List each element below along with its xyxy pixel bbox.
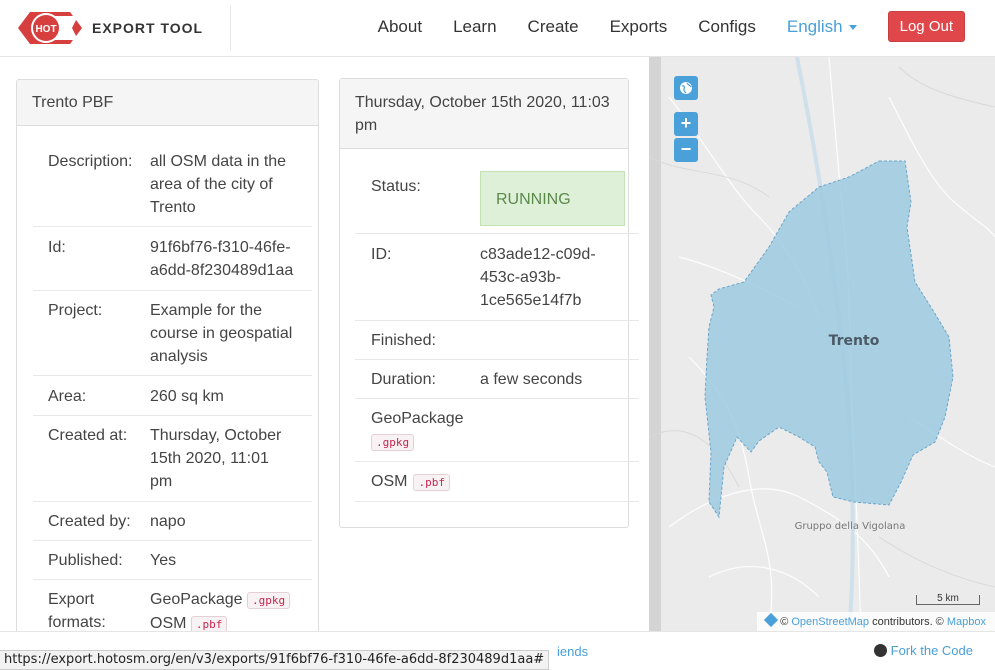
openstreetmap-link[interactable]: OpenStreetMap xyxy=(791,616,869,628)
github-icon xyxy=(873,644,887,657)
download-gpkg-ext: .gpkg xyxy=(371,434,415,451)
browser-status-url: https://export.hotosm.org/en/v3/exports/… xyxy=(0,650,550,670)
map-city-label: Trento xyxy=(829,333,880,349)
download-pbf-ext: .pbf xyxy=(413,474,450,491)
map-attribution: © OpenStreetMap contributors. © Mapbox xyxy=(757,612,995,631)
created-by-label: Created by: xyxy=(48,513,131,530)
attrib-copyright: © xyxy=(780,616,789,628)
description-value: all OSM data in the area of the city of … xyxy=(150,153,287,216)
area-label: Area: xyxy=(48,388,87,405)
run-id-label: ID: xyxy=(371,246,392,263)
map-canvas: Trento Gruppo della Vigolana xyxy=(649,57,995,631)
run-title: Thursday, October 15th 2020, 11:03 pm xyxy=(340,79,628,149)
nav-about[interactable]: About xyxy=(378,13,422,41)
language-dropdown[interactable]: English xyxy=(787,13,857,41)
duration-label: Duration: xyxy=(371,371,436,388)
status-badge: RUNNING xyxy=(480,171,625,226)
fork-code-link[interactable]: Fork the Code xyxy=(873,643,973,658)
project-label: Project: xyxy=(48,302,103,319)
published-value: Yes xyxy=(150,552,177,569)
export-title: Trento PBF xyxy=(17,80,318,126)
created-by-link[interactable]: napo xyxy=(150,510,186,533)
published-label: Published: xyxy=(48,552,123,569)
created-at-value: Thursday, October 15th 2020, 11:01 pm xyxy=(150,427,282,490)
map-mountain-label: Gruppo della Vigolana xyxy=(795,521,906,532)
mapbox-logo-icon xyxy=(764,612,779,628)
mapbox-link[interactable]: Mapbox xyxy=(947,616,986,628)
download-geopackage-link[interactable]: GeoPackage xyxy=(371,407,639,430)
format-osm: OSM xyxy=(150,615,187,632)
nav-learn[interactable]: Learn xyxy=(453,13,496,41)
map-view[interactable]: Trento Gruppo della Vigolana + − 5 km © … xyxy=(649,57,995,631)
duration-value: a few seconds xyxy=(480,371,583,388)
hot-logo-text: HOT xyxy=(35,24,56,35)
caret-down-icon xyxy=(848,24,857,30)
brand-text: EXPORT TOOL xyxy=(92,20,204,36)
id-label: Id: xyxy=(48,239,66,256)
hot-logo: HOT xyxy=(18,8,82,48)
export-formats-label: Export formats: xyxy=(48,591,106,631)
nav-menu: About Learn Create Exports Configs Engli… xyxy=(347,11,965,42)
navbar: HOT EXPORT TOOL About Learn Create Expor… xyxy=(0,0,995,57)
finished-label: Finished: xyxy=(371,332,436,349)
format-gpkg-ext: .gpkg xyxy=(246,592,291,609)
nav-exports[interactable]: Exports xyxy=(610,13,668,41)
created-at-label: Created at: xyxy=(48,427,128,444)
area-value: 260 sq km xyxy=(150,388,224,405)
logout-button[interactable]: Log Out xyxy=(887,11,965,42)
zoom-out-button[interactable]: − xyxy=(674,138,698,162)
zoom-in-button[interactable]: + xyxy=(674,112,698,136)
project-value: Example for the course in geospatial ana… xyxy=(150,302,293,365)
status-label: Status: xyxy=(371,178,421,195)
map-scale: 5 km xyxy=(916,594,980,605)
export-run-panel: Thursday, October 15th 2020, 11:03 pm St… xyxy=(339,78,639,528)
export-details-panel: Trento PBF Description: all OSM data in … xyxy=(16,79,319,659)
brand-home-link[interactable]: HOT EXPORT TOOL xyxy=(18,6,231,50)
nav-configs[interactable]: Configs xyxy=(698,13,756,41)
export-formats-value: GeoPackage .gpkg OSM .pbf xyxy=(150,588,291,636)
language-label: English xyxy=(786,16,843,36)
attrib-contributors: contributors. © xyxy=(872,616,944,628)
fork-code-label: Fork the Code xyxy=(890,643,973,658)
nav-create[interactable]: Create xyxy=(528,13,579,41)
id-value: 91f6bf76-f310-46fe-a6dd-8f230489d1aa xyxy=(150,239,294,279)
description-label: Description: xyxy=(48,153,133,170)
footer-friends-link[interactable]: iends xyxy=(557,644,588,659)
globe-icon[interactable] xyxy=(674,76,698,100)
run-id-value: c83ade12-c09d-453c-a93b-1ce565e14f7b xyxy=(480,246,596,309)
format-geopackage: GeoPackage xyxy=(150,591,243,608)
download-osm-link[interactable]: OSM xyxy=(371,470,407,494)
